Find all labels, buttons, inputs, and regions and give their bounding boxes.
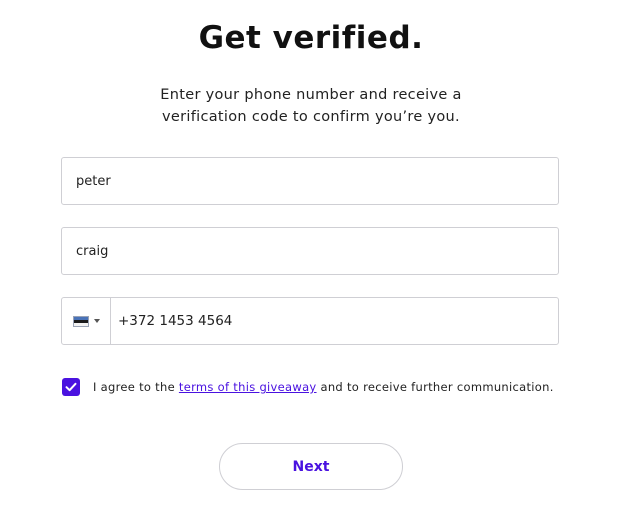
first-name-field xyxy=(61,157,559,205)
country-code-dropdown[interactable] xyxy=(62,298,111,344)
estonia-flag-icon xyxy=(72,315,89,327)
consent-text-after: and to receive further communication. xyxy=(316,380,554,394)
verification-page: Get verified. Enter your phone number an… xyxy=(0,0,633,519)
terms-link[interactable]: terms of this giveaway xyxy=(179,380,317,394)
consent-checkbox[interactable] xyxy=(62,378,80,396)
consent-label: I agree to the terms of this giveaway an… xyxy=(93,380,554,394)
chevron-down-icon xyxy=(93,319,100,323)
page-subtitle: Enter your phone number and receive a ve… xyxy=(160,87,462,125)
phone-input[interactable] xyxy=(111,298,558,344)
last-name-field xyxy=(61,227,559,275)
next-button[interactable]: Next xyxy=(219,443,403,490)
consent-text-before: I agree to the xyxy=(93,380,179,394)
first-name-input[interactable] xyxy=(62,158,558,204)
last-name-input[interactable] xyxy=(62,228,558,274)
checkmark-icon xyxy=(65,382,77,392)
page-title: Get verified. xyxy=(198,20,424,56)
phone-field xyxy=(61,297,559,345)
consent-row: I agree to the terms of this giveaway an… xyxy=(62,378,554,396)
